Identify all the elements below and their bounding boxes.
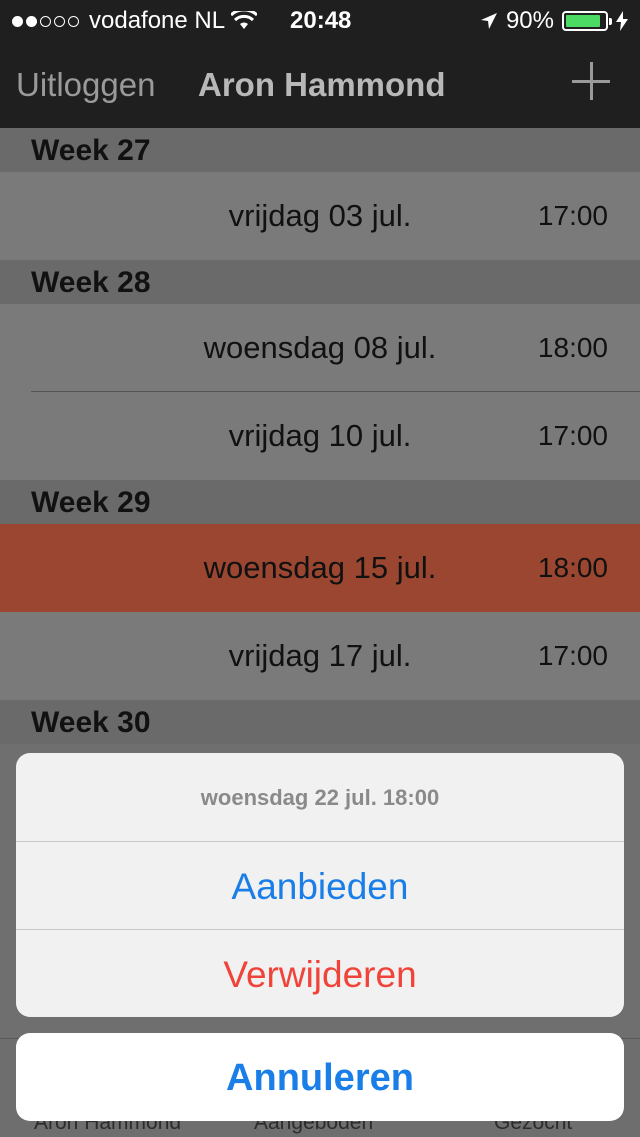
list-item[interactable]: woensdag 08 jul. 18:00 [0, 304, 640, 392]
battery-fill [566, 15, 600, 27]
list-item[interactable]: vrijdag 03 jul. 17:00 [0, 172, 640, 260]
plus-icon[interactable] [572, 62, 610, 100]
list-item[interactable]: vrijdag 10 jul. 17:00 [0, 392, 640, 480]
delete-button[interactable]: Verwijderen [16, 930, 624, 1017]
battery-icon [562, 11, 612, 31]
signal-dot [68, 15, 79, 27]
status-left: vodafone NL [12, 7, 258, 35]
schedule-list: Week 27 vrijdag 03 jul. 17:00 Week 28 wo… [0, 128, 640, 744]
status-time: 20:48 [290, 7, 352, 34]
list-item-time: 17:00 [537, 640, 608, 671]
battery-percentage: 90% [505, 7, 554, 34]
signal-strength-icon [12, 15, 79, 27]
status-right: 90% [480, 7, 628, 35]
section-header-week-30: Week 30 [0, 700, 640, 744]
wifi-icon [231, 11, 258, 29]
status-bar: vodafone NL 20:48 90% [0, 0, 640, 40]
section-header-week-27: Week 27 [0, 128, 640, 172]
list-item-time: 17:00 [537, 420, 608, 451]
logout-button[interactable]: Uitloggen [16, 66, 155, 104]
list-item-selected[interactable]: woensdag 15 jul. 18:00 [0, 524, 640, 612]
list-item-time: 17:00 [537, 200, 608, 231]
list-item-time: 18:00 [537, 332, 608, 363]
page-title: Aron Hammond [198, 66, 446, 103]
action-sheet: woensdag 22 jul. 18:00 Aanbieden Verwijd… [16, 753, 624, 1017]
list-item[interactable]: vrijdag 17 jul. 17:00 [0, 612, 640, 700]
signal-dot [12, 15, 23, 27]
carrier-name: vodafone NL [89, 7, 226, 34]
signal-dot [54, 15, 65, 27]
charging-bolt-icon [616, 11, 628, 31]
signal-dot [40, 15, 51, 27]
section-header-week-29: Week 29 [0, 480, 640, 524]
section-header-week-28: Week 28 [0, 260, 640, 304]
offer-button[interactable]: Aanbieden [16, 842, 624, 930]
action-sheet-title: woensdag 22 jul. 18:00 [16, 753, 624, 842]
list-item-time: 18:00 [537, 552, 608, 583]
navigation-bar: Uitloggen Aron Hammond [0, 40, 640, 128]
signal-dot [26, 15, 37, 27]
cancel-button[interactable]: Annuleren [16, 1033, 624, 1121]
location-arrow-icon [480, 13, 497, 29]
